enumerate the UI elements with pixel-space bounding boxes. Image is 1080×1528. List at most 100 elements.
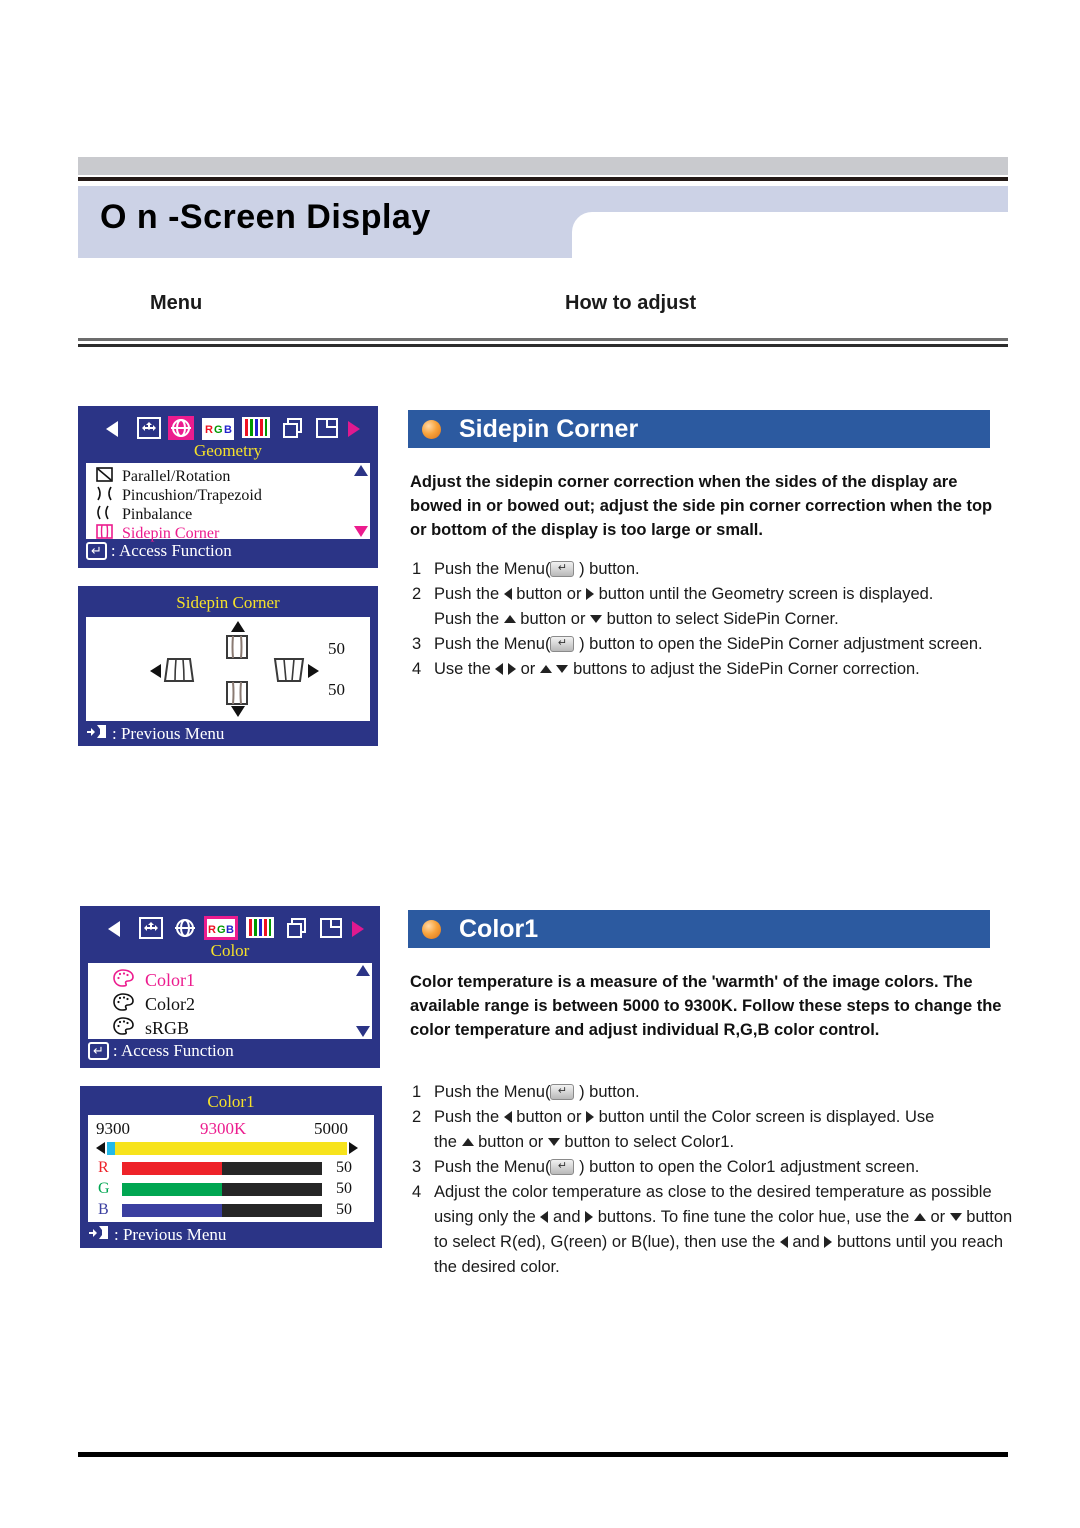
sidepin-shape-left-icon bbox=[162, 657, 196, 688]
moire-icon[interactable] bbox=[242, 417, 270, 438]
right-arrow-icon[interactable] bbox=[586, 587, 595, 600]
menu-button-icon[interactable]: ↵ bbox=[550, 1083, 575, 1100]
temp-right-arrow-icon[interactable] bbox=[349, 1142, 358, 1154]
osd-color1-adjust[interactable]: Color1 9300 9300K 5000 R 50 G 50 B 50: … bbox=[80, 1086, 382, 1248]
down-arrow-icon[interactable] bbox=[556, 664, 569, 673]
language-icon[interactable] bbox=[318, 916, 344, 940]
up-arrow-icon[interactable] bbox=[913, 1212, 926, 1221]
osd-color-menu[interactable]: R G B Color Color1 Color2 sRGB ↵: Acces… bbox=[80, 906, 380, 1068]
down-arrow-icon[interactable] bbox=[547, 1137, 560, 1146]
temp-left-arrow-icon[interactable] bbox=[96, 1142, 105, 1154]
list-item-selected[interactable]: Sidepin Corner bbox=[86, 523, 370, 543]
osd-footer: ↵ : Access Function bbox=[82, 1039, 378, 1063]
list-item[interactable]: sRGB bbox=[88, 1016, 372, 1040]
moire-icon[interactable] bbox=[246, 917, 274, 938]
osd-geometry-menu[interactable]: R G B Geometry Parallel/Rotation Pincush… bbox=[78, 406, 378, 568]
channel-bar-g[interactable] bbox=[122, 1183, 322, 1196]
up-arrow-icon[interactable] bbox=[539, 664, 552, 673]
right-arrow-icon[interactable] bbox=[586, 1110, 595, 1123]
osd-menu-list[interactable]: Parallel/Rotation Pincushion/Trapezoid P… bbox=[86, 463, 370, 542]
scroll-down-icon[interactable] bbox=[356, 1026, 370, 1037]
channel-bar-g-fill bbox=[122, 1183, 222, 1196]
channel-bar-r[interactable] bbox=[122, 1162, 322, 1175]
scroll-down-icon[interactable] bbox=[354, 526, 368, 537]
right-arrow-icon[interactable] bbox=[585, 1210, 594, 1223]
up-arrow-icon[interactable] bbox=[231, 621, 245, 632]
channel-bar-b[interactable] bbox=[122, 1204, 322, 1217]
step-3: 3 Push the Menu(↵ ) button to open the S… bbox=[412, 635, 983, 653]
osd-adjust-area[interactable]: 9300 9300K 5000 R 50 G 50 B 50 bbox=[88, 1115, 374, 1222]
left-arrow-icon[interactable] bbox=[540, 1210, 549, 1223]
enter-key-icon: ↵ bbox=[88, 1042, 109, 1060]
previous-menu-icon bbox=[88, 1224, 110, 1246]
language-icon[interactable] bbox=[314, 416, 340, 440]
section-description-color1: Color temperature is a measure of the 'w… bbox=[410, 973, 1002, 1039]
list-item[interactable]: Pincushion/Trapezoid bbox=[86, 486, 370, 505]
list-item-label: Pincushion/Trapezoid bbox=[122, 486, 262, 504]
up-arrow-icon[interactable] bbox=[503, 614, 516, 623]
down-arrow-icon[interactable] bbox=[949, 1212, 962, 1221]
channel-value-g: 50 bbox=[336, 1180, 352, 1197]
bullet-sphere-icon bbox=[422, 919, 441, 939]
osd-sidepin-adjust[interactable]: Sidepin Corner 50 50: Previous Menu bbox=[78, 586, 378, 746]
menu-button-icon[interactable]: ↵ bbox=[550, 1158, 575, 1175]
step-2: 2 Push the button or button until the Co… bbox=[412, 1108, 935, 1126]
section-bar-sidepin: Sidepin Corner bbox=[408, 410, 990, 448]
osd-icon-row[interactable]: R G B bbox=[86, 914, 374, 944]
list-item[interactable]: Color2 bbox=[88, 992, 372, 1016]
osd-footer: : Previous Menu bbox=[80, 721, 376, 747]
previous-menu-icon bbox=[86, 723, 108, 745]
scroll-up-icon[interactable] bbox=[354, 465, 368, 476]
right-arrow-icon[interactable] bbox=[824, 1235, 833, 1248]
temp-label-left: 9300 bbox=[96, 1119, 130, 1138]
osd-icon-row[interactable]: R G B bbox=[84, 414, 372, 444]
list-item-label: sRGB bbox=[145, 1017, 190, 1038]
left-arrow-icon[interactable] bbox=[779, 1235, 788, 1248]
menu-button-icon[interactable]: ↵ bbox=[550, 635, 575, 652]
header-notch bbox=[572, 212, 1008, 258]
step-1: 1 Push the Menu(↵ ) button. bbox=[412, 1083, 640, 1101]
up-arrow-icon[interactable] bbox=[461, 1137, 474, 1146]
left-arrow-icon[interactable] bbox=[503, 587, 512, 600]
right-arrow-icon[interactable] bbox=[508, 662, 517, 675]
osd-adjust-area[interactable]: 50 50 bbox=[86, 617, 370, 721]
temperature-slider-thumb[interactable] bbox=[107, 1142, 115, 1155]
parallel-rotation-icon bbox=[96, 466, 113, 487]
osd-footer-label: : Previous Menu bbox=[112, 724, 225, 743]
svg-text:R: R bbox=[205, 424, 213, 436]
palette-icon bbox=[113, 992, 134, 1016]
geometry-icon[interactable] bbox=[168, 416, 194, 440]
channel-value-r: 50 bbox=[336, 1159, 352, 1176]
list-item[interactable]: Parallel/Rotation bbox=[86, 466, 370, 487]
rgb-color-icon[interactable]: R G B bbox=[204, 916, 238, 940]
osd-menu-list[interactable]: Color1 Color2 sRGB bbox=[88, 963, 372, 1039]
osd-adjust-title: Sidepin Corner bbox=[176, 593, 280, 612]
osd-window-icon[interactable] bbox=[284, 916, 310, 940]
position-icon[interactable] bbox=[138, 916, 164, 940]
left-arrow-icon[interactable] bbox=[150, 664, 161, 678]
prev-arrow-icon[interactable] bbox=[108, 921, 120, 937]
down-arrow-icon[interactable] bbox=[590, 614, 603, 623]
osd-window-icon[interactable] bbox=[280, 416, 306, 440]
temperature-slider[interactable] bbox=[107, 1142, 347, 1155]
right-arrow-icon[interactable] bbox=[308, 664, 319, 678]
next-arrow-icon[interactable] bbox=[352, 921, 364, 937]
rgb-color-icon[interactable]: R G B bbox=[202, 418, 234, 440]
channel-bar-r-fill bbox=[122, 1162, 222, 1175]
down-arrow-icon[interactable] bbox=[231, 706, 245, 717]
svg-text:B: B bbox=[224, 424, 232, 436]
list-item-selected[interactable]: Color1 bbox=[88, 968, 372, 992]
next-arrow-icon[interactable] bbox=[348, 421, 360, 437]
geometry-icon[interactable] bbox=[172, 916, 198, 940]
left-arrow-icon[interactable] bbox=[495, 662, 504, 675]
menu-button-icon[interactable]: ↵ bbox=[550, 560, 575, 577]
prev-arrow-icon[interactable] bbox=[106, 421, 118, 437]
left-arrow-icon[interactable] bbox=[503, 1110, 512, 1123]
position-icon[interactable] bbox=[136, 416, 162, 440]
list-item[interactable]: Pinbalance bbox=[86, 505, 370, 524]
scroll-up-icon[interactable] bbox=[356, 965, 370, 976]
step-4: 4 Use the or buttons to adjust the SideP… bbox=[412, 660, 920, 678]
temp-label-right: 5000 bbox=[314, 1119, 348, 1138]
sidepin-shape-top-icon bbox=[223, 634, 251, 665]
step-1: 1 Push the Menu(↵ ) button. bbox=[412, 560, 640, 578]
